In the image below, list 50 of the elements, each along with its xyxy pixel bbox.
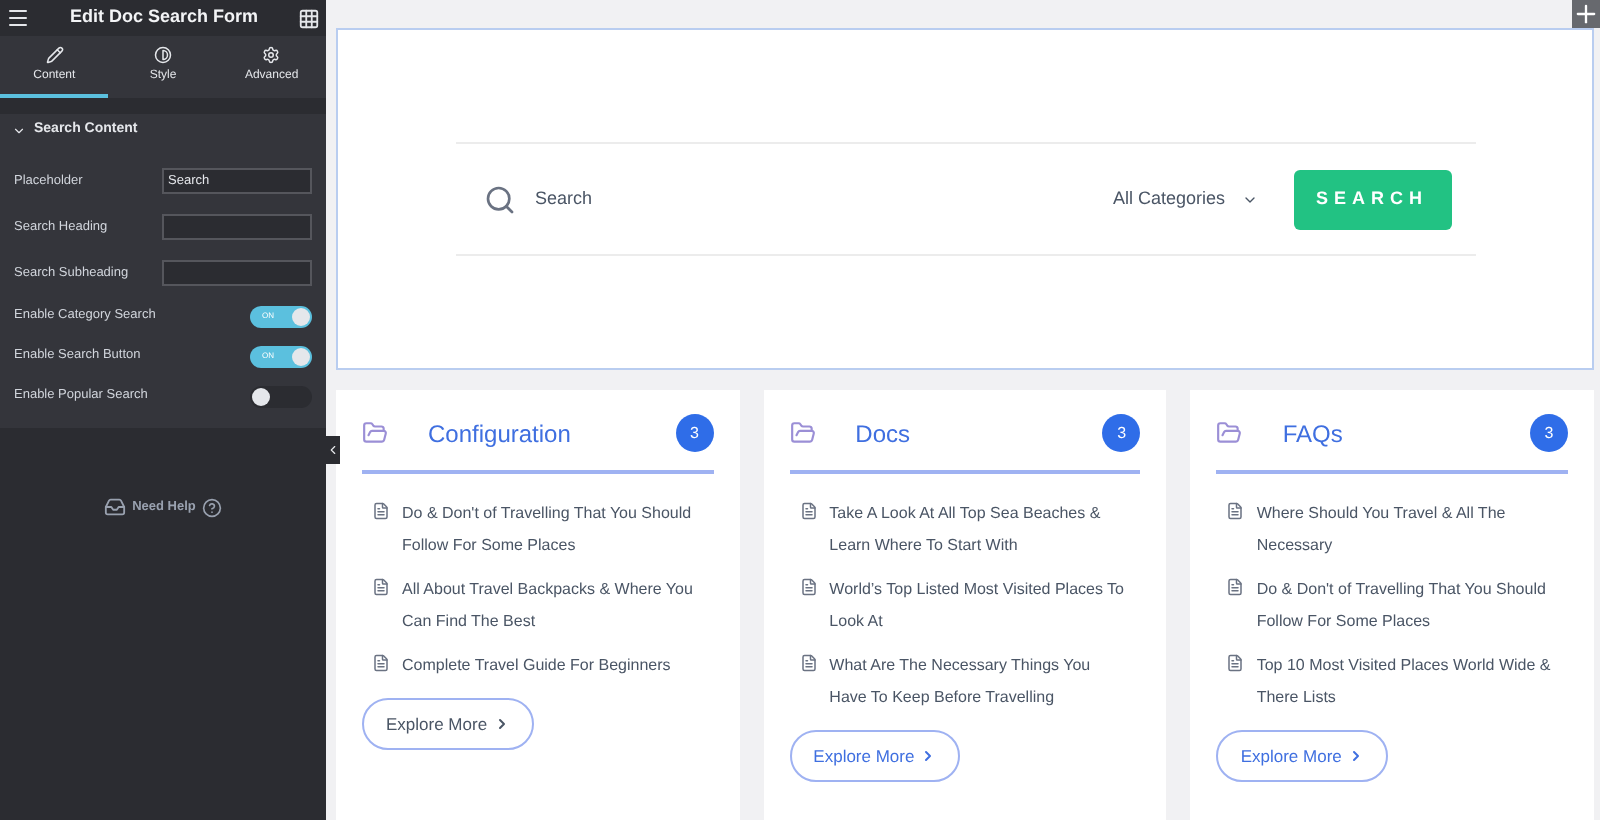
chevron-right-icon [920,748,937,764]
document-icon [1226,578,1245,596]
count-badge: 3 [675,414,714,452]
document-icon [799,502,818,520]
caret-icon [12,123,26,137]
folder-icon [789,420,816,446]
article-link[interactable]: Where Should You Travel & All The Necessary [1256,498,1569,562]
article-link[interactable]: Complete Travel Guide For Beginners [402,650,683,682]
count-badge: 3 [1530,414,1569,452]
folder-icon [1216,420,1243,446]
document-icon [1226,502,1245,520]
folder-icon [362,420,388,446]
text-field[interactable] [162,260,312,286]
document-icon [372,654,390,672]
search-icon [483,183,515,215]
explore-more-button[interactable]: Explore More [789,730,961,782]
explore-more-button[interactable]: Explore More [362,698,534,750]
article-link[interactable]: All About Travel Backpacks & Where You Can Find The Best [402,574,714,638]
document-icon [372,502,390,520]
add-section-icon[interactable] [1572,0,1600,28]
menu-icon[interactable] [6,6,30,30]
count-badge: 3 [1102,414,1141,452]
category-dropdown[interactable]: All Categories [1112,185,1257,213]
pencil-icon [45,45,64,63]
card-title: FAQs [1282,417,1345,451]
card-title: Docs [855,417,913,451]
toggle-switch[interactable] [250,385,312,407]
document-icon [799,578,818,596]
help-box-icon [104,496,127,518]
text-field[interactable] [162,214,312,240]
document-icon [1226,654,1245,672]
explore-more-button[interactable]: Explore More [1216,730,1388,782]
card-title: Configuration [428,417,573,451]
article-link[interactable]: What Are The Necessary Things You Have To Keep Before Travelling [829,650,1141,714]
question-icon[interactable] [201,497,222,517]
article-link[interactable]: Take A Look At All Top Sea Beaches & Learn Where To Start With [829,498,1141,562]
chevron-right-icon [493,716,510,732]
article-link[interactable]: World’s Top Listed Most Visited Places To Look At [829,574,1141,638]
panel-title: Edit Doc Search Form [69,4,259,31]
article-link[interactable]: Top 10 Most Visited Places World Wide & There Lists [1256,650,1569,714]
article-link[interactable]: Do & Don't of Travelling That You Should Follow For Some Places [1256,574,1569,638]
document-icon [799,654,818,672]
chevron-right-icon [1347,748,1364,764]
article-link[interactable]: Do & Don't of Travelling That You Should Follow For Some Places [402,498,714,562]
document-icon [372,578,390,596]
search-input[interactable]: Search [535,185,1113,213]
collapse-handle-icon[interactable] [326,436,340,464]
apps-grid-icon[interactable] [298,7,320,29]
contrast-icon [153,45,172,63]
settings-icon [262,45,281,63]
